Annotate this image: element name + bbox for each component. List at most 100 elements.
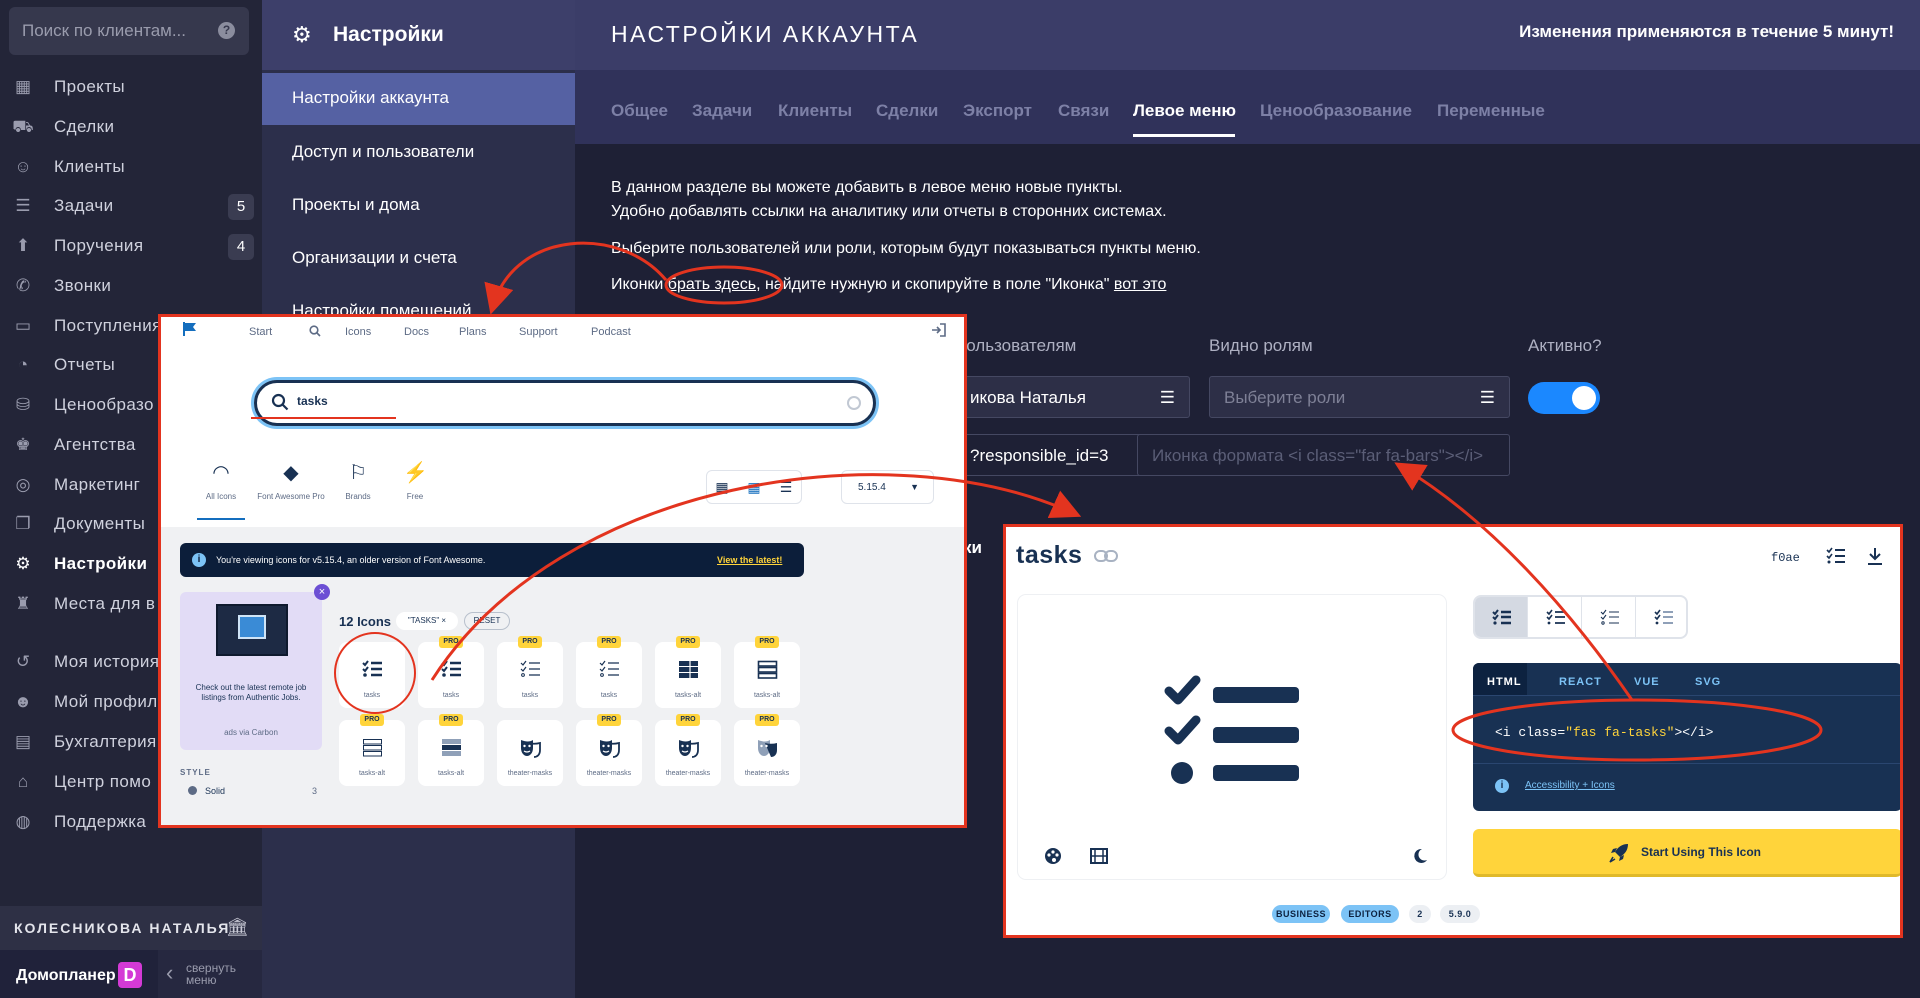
- flag-logo-icon[interactable]: [183, 322, 197, 336]
- large-grid-icon[interactable]: ▦: [714, 479, 730, 495]
- icon-card-tasks[interactable]: PRO tasks: [576, 636, 642, 708]
- icon-card-theater-masks[interactable]: PRO theater-masks: [734, 714, 800, 786]
- accessibility-link[interactable]: Accessibility + Icons: [1525, 780, 1615, 791]
- fa-nav-icons[interactable]: Icons: [345, 326, 371, 338]
- fa-nav-plans[interactable]: Plans: [459, 326, 487, 338]
- icon-card-tasks-alt[interactable]: PRO tasks-alt: [418, 714, 484, 786]
- collapse-menu-button[interactable]: ‹ свернуть меню: [158, 950, 262, 998]
- moon-icon[interactable]: [1410, 847, 1428, 865]
- reset-button[interactable]: RESET: [464, 612, 510, 630]
- sidebar-item[interactable]: ⛟ Сделки: [0, 107, 262, 147]
- settings-tabs: Общее Задачи Клиенты Сделки Экспорт Связ…: [575, 70, 1920, 144]
- settings-gear-icon: ⚙: [15, 554, 31, 573]
- tab-export[interactable]: Экспорт: [963, 101, 1032, 121]
- sidebar-item[interactable]: ☰ Задачи 5: [0, 186, 262, 226]
- style-duotone-button[interactable]: [1637, 597, 1686, 637]
- help-icon[interactable]: ?: [218, 22, 235, 39]
- grid-icon[interactable]: ▦: [746, 479, 762, 495]
- sidebar-item[interactable]: ☺ Клиенты: [0, 147, 262, 187]
- badge-editors[interactable]: EDITORS: [1341, 905, 1399, 923]
- sidebar-item[interactable]: ⬆ Поручения 4: [0, 226, 262, 266]
- tab-links[interactable]: Связи: [1058, 101, 1109, 121]
- icon-input[interactable]: Иконка формата <i class="far fa-bars"></…: [1137, 434, 1510, 476]
- fa-nav-support[interactable]: Support: [519, 326, 558, 338]
- icon-card-theater-masks[interactable]: PRO theater-masks: [655, 714, 721, 786]
- sidebar-item-label: Проекты: [54, 77, 126, 96]
- code-tab-html[interactable]: HTML: [1487, 676, 1522, 688]
- icon-card-tasks-alt[interactable]: PRO tasks-alt: [655, 636, 721, 708]
- view-latest-link[interactable]: View the latest!: [717, 555, 782, 565]
- sidebar-item-label: Сделки: [54, 117, 115, 136]
- fa-cat-all[interactable]: ◠ All Icons: [181, 462, 261, 501]
- fa-cat-free[interactable]: ⚡ Free: [375, 462, 455, 501]
- icon-card-label: theater-masks: [586, 770, 632, 777]
- film-icon[interactable]: [1090, 847, 1108, 865]
- sidebar-item[interactable]: ✆ Звонки: [0, 266, 262, 306]
- version-select[interactable]: 5.15.4 ▼: [841, 470, 934, 504]
- html-snippet[interactable]: <i class="fas fa-tasks"></i>: [1495, 725, 1713, 740]
- icon-card-theater-masks[interactable]: theater-masks: [497, 720, 563, 786]
- active-toggle[interactable]: [1528, 382, 1600, 414]
- annotation-circle: [334, 632, 416, 714]
- tab-general[interactable]: Общее: [611, 101, 668, 121]
- fa-nav-docs[interactable]: Docs: [404, 326, 429, 338]
- style-light-button[interactable]: [1583, 597, 1636, 637]
- link-icon[interactable]: [1094, 549, 1118, 563]
- search-icon[interactable]: [309, 325, 321, 337]
- style-regular-button[interactable]: [1529, 597, 1582, 637]
- settings-item-account[interactable]: Настройки аккаунта: [262, 73, 575, 125]
- icon-card-tasks[interactable]: PRO tasks: [418, 636, 484, 708]
- settings-item-organizations[interactable]: Организации и счета: [262, 233, 575, 285]
- tab-left-menu[interactable]: Левое меню: [1133, 101, 1236, 121]
- roles-select[interactable]: Выберите роли ☰: [1209, 376, 1510, 418]
- tab-pricing[interactable]: Ценообразование: [1260, 101, 1412, 121]
- user-bar[interactable]: КОЛЕСНИКОВА НАТАЛЬЯ 🏛: [0, 906, 262, 950]
- fa-search-screenshot: Start Icons Docs Plans Support Podcast t…: [158, 314, 967, 828]
- building-icon[interactable]: 🏛: [226, 917, 249, 939]
- list-icon[interactable]: ☰: [778, 479, 794, 495]
- active-category-indicator: [197, 518, 245, 520]
- sign-in-icon[interactable]: [931, 322, 947, 338]
- close-icon[interactable]: ×: [314, 584, 330, 600]
- pro-badge: PRO: [439, 636, 463, 648]
- code-tab-vue[interactable]: VUE: [1634, 676, 1660, 688]
- fa-results-area: i You're viewing icons for v5.15.4, an o…: [161, 527, 964, 825]
- sidebar-item[interactable]: ▦ Проекты: [0, 67, 262, 107]
- fa-nav-podcast[interactable]: Podcast: [591, 326, 631, 338]
- settings-item-projects[interactable]: Проекты и дома: [262, 180, 575, 232]
- client-search-box[interactable]: ?: [9, 7, 249, 55]
- start-using-icon-button[interactable]: Start Using This Icon: [1473, 829, 1900, 877]
- icon-card-tasks-alt[interactable]: PRO tasks-alt: [339, 714, 405, 786]
- style-solid-button[interactable]: [1475, 597, 1528, 637]
- icon-card-tasks-alt[interactable]: PRO tasks-alt: [734, 636, 800, 708]
- icon-card-label: tasks: [442, 692, 460, 699]
- code-tab-svg[interactable]: SVG: [1695, 676, 1721, 688]
- cta-label: Start Using This Icon: [1641, 845, 1762, 859]
- assignments-icon: ⬆: [15, 236, 31, 255]
- settings-item-access[interactable]: Доступ и пользователи: [262, 127, 575, 179]
- fa-search-field[interactable]: tasks: [254, 380, 876, 426]
- tasks-list-icon[interactable]: [1826, 547, 1846, 565]
- icon-card-tasks[interactable]: PRO tasks: [497, 636, 563, 708]
- clear-search-icon[interactable]: [847, 396, 861, 410]
- icon-card-theater-masks[interactable]: PRO theater-masks: [576, 714, 642, 786]
- icons-link[interactable]: брать здесь: [668, 276, 756, 293]
- filter-chip[interactable]: "TASKS" ×: [396, 612, 458, 630]
- example-link[interactable]: вот это: [1114, 276, 1167, 293]
- palette-icon[interactable]: [1044, 847, 1062, 865]
- download-icon[interactable]: [1866, 547, 1884, 565]
- badge-business[interactable]: BUSINESS: [1272, 905, 1330, 923]
- client-search-input[interactable]: [22, 19, 212, 43]
- unicode-value[interactable]: f0ae: [1771, 551, 1800, 565]
- tab-variables[interactable]: Переменные: [1437, 101, 1545, 121]
- users-select[interactable]: икова Наталья ☰: [955, 376, 1190, 418]
- tab-tasks[interactable]: Задачи: [692, 101, 752, 121]
- tab-deals[interactable]: Сделки: [876, 101, 938, 121]
- tab-clients[interactable]: Клиенты: [778, 101, 852, 121]
- ad-via[interactable]: ads via Carbon: [188, 728, 314, 737]
- style-solid-radio[interactable]: [188, 786, 197, 795]
- code-tab-react[interactable]: REACT: [1559, 676, 1602, 688]
- flag-icon: ⚐: [349, 462, 367, 484]
- carbon-ad[interactable]: × Check out the latest remote job listin…: [180, 584, 330, 750]
- fa-nav-start[interactable]: Start: [249, 326, 272, 338]
